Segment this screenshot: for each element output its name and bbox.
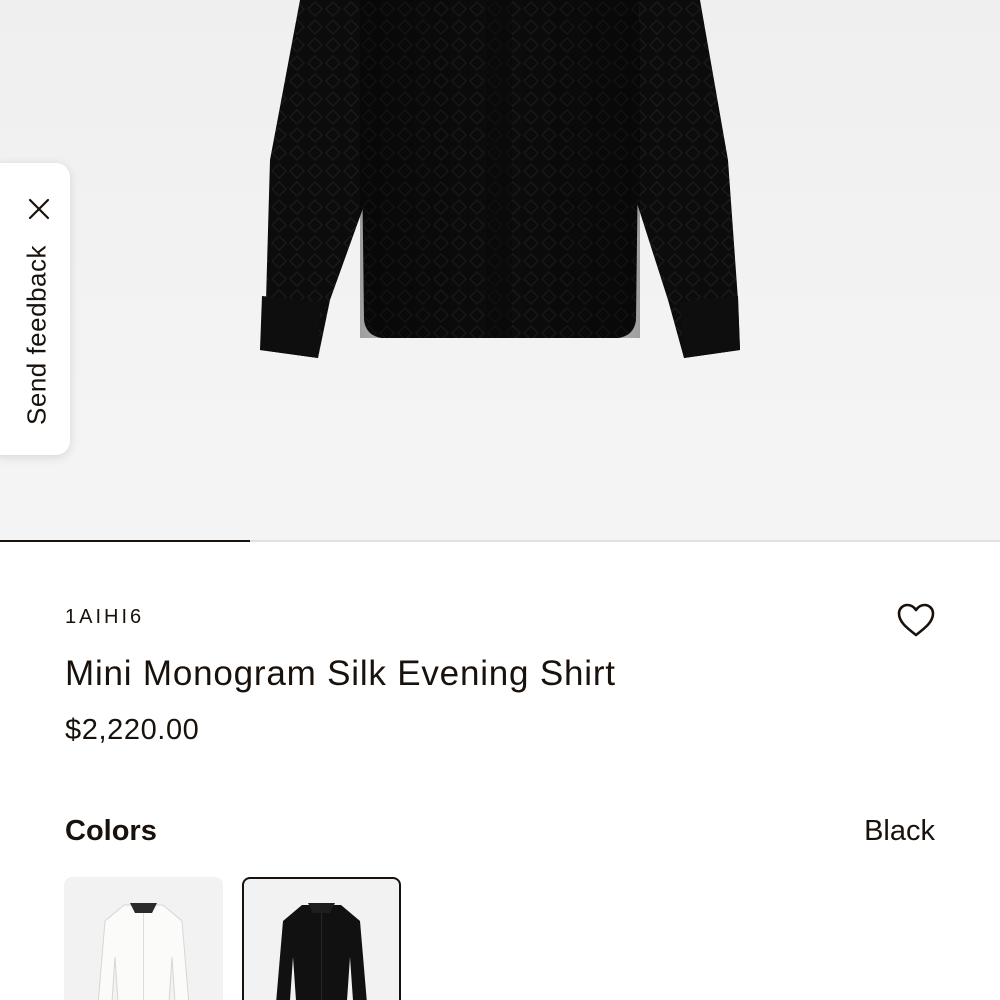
color-swatch-white[interactable] [64, 877, 223, 1000]
close-icon[interactable] [26, 196, 52, 222]
white-shirt-thumbnail [97, 903, 190, 1000]
product-title: Mini Monogram Silk Evening Shirt [65, 654, 616, 693]
black-shirt-thumbnail [276, 903, 367, 1000]
selected-color: Black [864, 815, 935, 847]
heart-icon[interactable] [895, 600, 937, 642]
black-shirt-image [260, 0, 740, 358]
carousel-progress-fill [0, 540, 250, 542]
product-sku: 1AIHI6 [65, 606, 145, 628]
product-page: Send feedback 1AIHI6 Mini Monogram Silk … [0, 0, 1000, 1000]
product-hero-image[interactable] [0, 0, 1000, 540]
colors-label: Colors [65, 815, 157, 847]
color-swatch-black[interactable] [242, 877, 401, 1000]
send-feedback-label[interactable]: Send feedback [22, 245, 53, 425]
product-price: $2,220.00 [65, 714, 200, 746]
carousel-progress [0, 540, 1000, 542]
